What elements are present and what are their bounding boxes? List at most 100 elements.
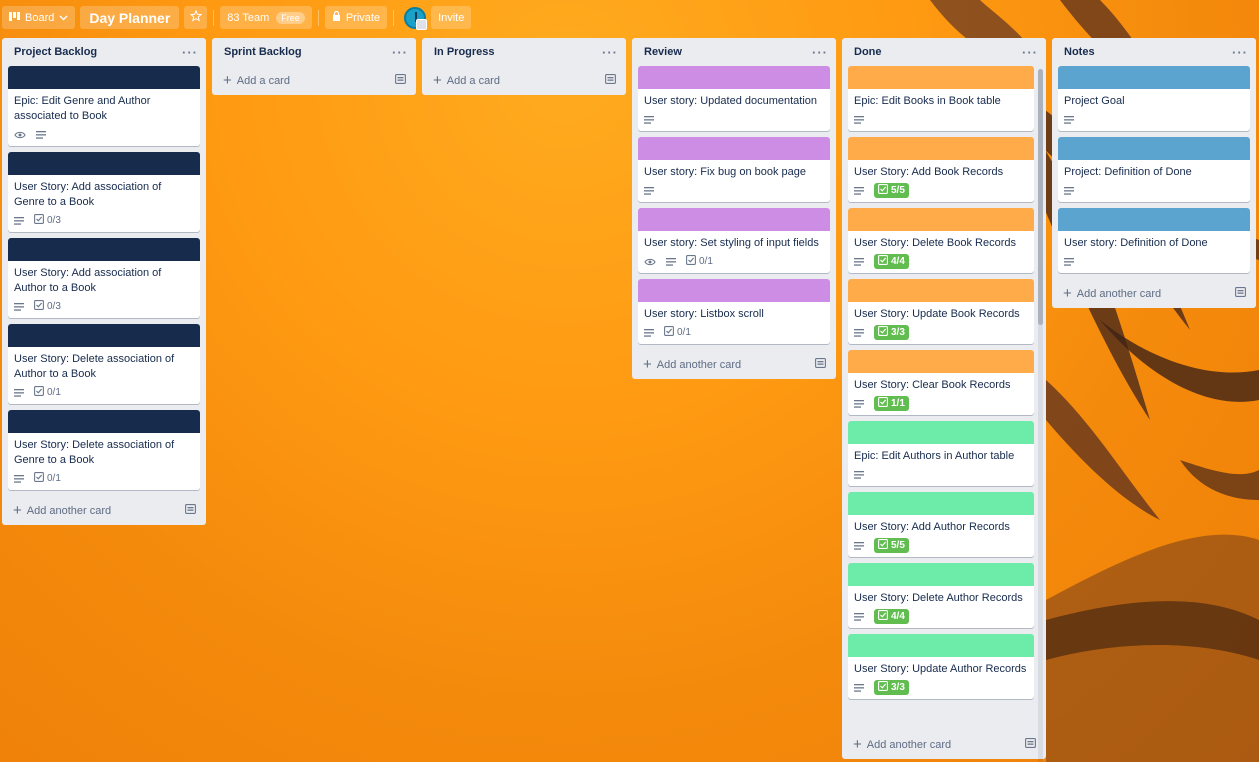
- checklist-count: 1/1: [891, 398, 905, 409]
- checklist-count: 5/5: [891, 540, 905, 551]
- invite-button[interactable]: Invite: [431, 6, 472, 29]
- card-title: User Story: Add association of Author to…: [14, 267, 162, 294]
- card[interactable]: User Story: Delete association of Author…: [8, 324, 200, 404]
- list-header: Project Backlog ···: [8, 38, 200, 66]
- checklist-count: 3/3: [891, 682, 905, 693]
- card-cover: [8, 324, 200, 347]
- card[interactable]: Project: Definition of Done: [1058, 137, 1250, 202]
- card[interactable]: User story: Fix bug on book page: [638, 137, 830, 202]
- card-template-icon[interactable]: [185, 504, 196, 517]
- card[interactable]: User Story: Update Book Records 3/3: [848, 279, 1034, 344]
- add-card-button[interactable]: + Add another card: [1058, 279, 1250, 308]
- visibility-label: Private: [345, 11, 381, 24]
- card[interactable]: Project Goal: [1058, 66, 1250, 131]
- card-body: User Story: Delete association of Genre …: [8, 433, 200, 490]
- more-options-icon[interactable]: ···: [602, 46, 618, 59]
- card-template-icon[interactable]: [395, 74, 406, 87]
- chevron-down-icon: [59, 12, 68, 24]
- board-view-switcher[interactable]: Board: [2, 6, 76, 29]
- card[interactable]: User Story: Add Book Records 5/5: [848, 137, 1034, 202]
- list-title[interactable]: In Progress: [434, 46, 495, 58]
- list-title[interactable]: Notes: [1064, 46, 1095, 58]
- checkbox-icon: [878, 397, 888, 410]
- card[interactable]: User story: Updated documentation: [638, 66, 830, 131]
- scrollbar-thumb[interactable]: [1038, 69, 1043, 325]
- checkbox-icon: [878, 610, 888, 623]
- add-card-button[interactable]: + Add another card: [638, 350, 830, 379]
- card[interactable]: User story: Set styling of input fields 0…: [638, 208, 830, 273]
- more-options-icon[interactable]: ···: [1022, 46, 1038, 59]
- card-title: User Story: Delete Author Records: [854, 592, 1023, 604]
- card[interactable]: Epic: Edit Authors in Author table: [848, 421, 1034, 486]
- list-title[interactable]: Project Backlog: [14, 46, 97, 58]
- card-template-icon[interactable]: [815, 358, 826, 371]
- checklist-complete-badge: 1/1: [874, 396, 909, 411]
- card[interactable]: Epic: Edit Genre and Author associated t…: [8, 66, 200, 146]
- visibility-button[interactable]: Private: [324, 6, 388, 29]
- card-body: User Story: Delete Author Records 4/4: [848, 586, 1034, 628]
- card-title: User story: Listbox scroll: [644, 308, 764, 320]
- lock-icon: [332, 10, 341, 24]
- card[interactable]: User Story: Delete association of Genre …: [8, 410, 200, 490]
- checklist-badge: 0/3: [34, 300, 61, 313]
- add-card-button[interactable]: + Add a card: [218, 66, 410, 95]
- card-cover: [8, 152, 200, 175]
- checklist-badge: 0/1: [34, 386, 61, 399]
- more-options-icon[interactable]: ···: [182, 46, 198, 59]
- checklist-count: 0/1: [699, 256, 713, 267]
- card[interactable]: User story: Definition of Done: [1058, 208, 1250, 273]
- more-options-icon[interactable]: ···: [812, 46, 828, 59]
- card-template-icon[interactable]: [1235, 287, 1246, 300]
- list-title[interactable]: Sprint Backlog: [224, 46, 302, 58]
- checklist-badge: 0/1: [686, 255, 713, 268]
- card[interactable]: User Story: Update Author Records 3/3: [848, 634, 1034, 699]
- add-card-label: Add a card: [236, 74, 290, 87]
- card[interactable]: User story: Listbox scroll 0/1: [638, 279, 830, 344]
- card-badges: [644, 183, 824, 198]
- more-options-icon[interactable]: ···: [392, 46, 408, 59]
- card-list: User story: Updated documentation User st…: [638, 66, 830, 344]
- card[interactable]: User Story: Add association of Genre to …: [8, 152, 200, 232]
- card-badges: 5/5: [854, 538, 1028, 553]
- card-template-icon[interactable]: [605, 74, 616, 87]
- plus-icon: +: [853, 736, 862, 753]
- card[interactable]: Epic: Edit Books in Book table: [848, 66, 1034, 131]
- card-cover: [1058, 137, 1250, 160]
- board-title[interactable]: Day Planner: [80, 6, 180, 29]
- card[interactable]: User Story: Add Author Records 5/5: [848, 492, 1034, 557]
- list-title[interactable]: Done: [854, 46, 882, 58]
- card-title: User story: Set styling of input fields: [644, 237, 819, 249]
- more-options-icon[interactable]: ···: [1232, 46, 1248, 59]
- card-cover: [848, 208, 1034, 231]
- header-divider: [213, 9, 215, 26]
- list-title[interactable]: Review: [644, 46, 682, 58]
- list-scrollbar[interactable]: [1038, 69, 1043, 762]
- team-button[interactable]: 83 Team Free: [220, 6, 312, 29]
- card[interactable]: User Story: Clear Book Records 1/1: [848, 350, 1034, 415]
- card[interactable]: User Story: Delete Author Records 4/4: [848, 563, 1034, 628]
- star-button[interactable]: [184, 6, 208, 29]
- add-card-button[interactable]: + Add another card: [848, 730, 1040, 759]
- card-cover: [848, 563, 1034, 586]
- card[interactable]: User Story: Delete Book Records 4/4: [848, 208, 1034, 273]
- card-badges: 4/4: [854, 609, 1028, 624]
- card-cover: [848, 634, 1034, 657]
- add-card-button[interactable]: + Add another card: [8, 496, 200, 525]
- add-card-button[interactable]: + Add a card: [428, 66, 620, 95]
- card-template-icon[interactable]: [1025, 738, 1036, 751]
- plus-icon: +: [1063, 285, 1072, 302]
- card-body: User Story: Add Book Records 5/5: [848, 160, 1034, 202]
- avatar[interactable]: [404, 6, 428, 30]
- card-badges: 1/1: [854, 396, 1028, 411]
- card-cover: [638, 279, 830, 302]
- checklist-badge: 0/1: [34, 472, 61, 485]
- card-badges: [1064, 254, 1244, 269]
- card-title: Epic: Edit Authors in Author table: [854, 450, 1015, 462]
- card-list: Epic: Edit Books in Book table User Story…: [848, 66, 1034, 730]
- checklist-count: 4/4: [891, 256, 905, 267]
- card[interactable]: User Story: Add association of Author to…: [8, 238, 200, 318]
- list-sprint-backlog: Sprint Backlog ··· + Add a card: [212, 38, 416, 95]
- card-body: User story: Set styling of input fields 0…: [638, 231, 830, 273]
- checklist-count: 0/1: [677, 327, 691, 338]
- card-cover: [1058, 66, 1250, 89]
